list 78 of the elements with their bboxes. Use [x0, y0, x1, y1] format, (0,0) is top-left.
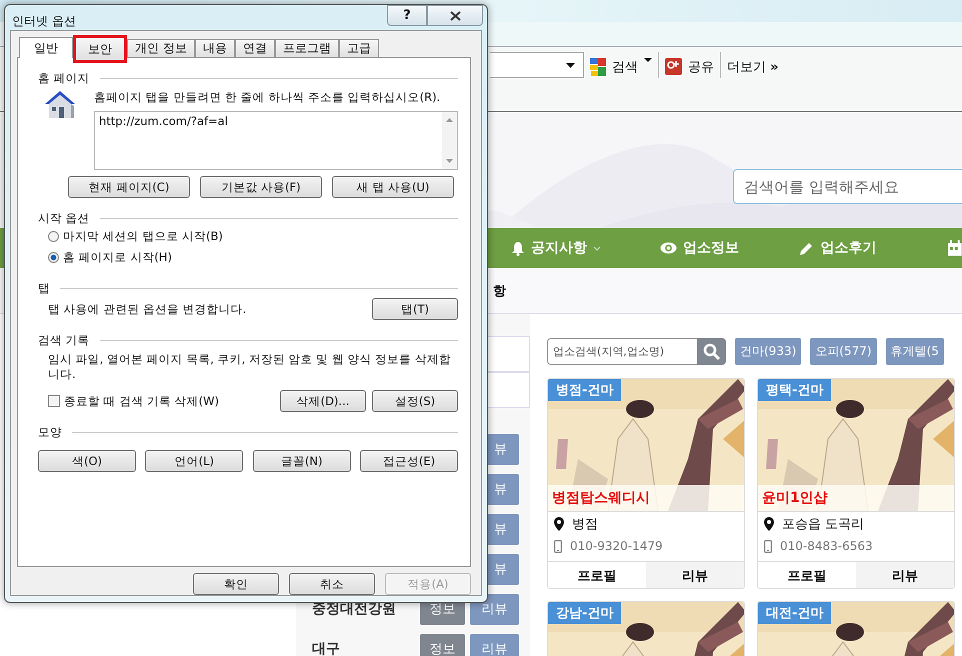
dialog-button[interactable]: 기본값 사용(F) — [200, 176, 322, 198]
category-badge: 병점-건마 — [548, 379, 622, 401]
address-dropdown[interactable] — [490, 52, 584, 78]
section-heading: 시작 옵션 — [38, 210, 90, 226]
tab[interactable]: 일반 — [19, 37, 73, 58]
shop-phone: 010-8483-6563 — [780, 539, 873, 553]
house-icon — [44, 90, 76, 120]
tab[interactable]: 연결 — [234, 39, 275, 57]
search-icon — [702, 342, 720, 360]
section-heading: 모양 — [38, 424, 62, 440]
shop-location: 포승읍 도곡리 — [782, 516, 864, 533]
chevron-icon — [593, 246, 601, 250]
dialog-button[interactable]: 탭(T) — [372, 298, 458, 320]
map-pin-icon — [764, 517, 774, 531]
category-badge: 강남-건마 — [548, 602, 622, 624]
description-text: 임시 파일, 열어본 페이지 목록, 쿠키, 저장된 암호 및 웹 양식 정보를 삭제합니다. — [47, 352, 452, 382]
dialog-button[interactable]: 설정(S) — [372, 390, 458, 412]
window-title: 인터넷 옵션 — [12, 13, 76, 30]
dialog-button[interactable]: 현재 페이지(C) — [68, 176, 190, 198]
review-button[interactable]: 리뷰 — [646, 562, 744, 588]
shop-name[interactable]: 윤미1인샵 — [758, 485, 954, 511]
section-heading: 검색 기록 — [38, 332, 90, 348]
shop-search-field[interactable]: 업소검색(지역,업소명) — [547, 338, 697, 365]
breadcrumb-text: 항 — [493, 282, 506, 300]
down-arrow-icon[interactable] — [446, 159, 453, 163]
section-heading: 홈 페이지 — [38, 70, 90, 86]
profile-button[interactable]: 프로필 — [758, 562, 856, 588]
dialog-button[interactable]: 언어(L) — [145, 450, 244, 472]
phone-icon — [554, 540, 562, 552]
close-button[interactable] — [427, 5, 483, 26]
dialog-button[interactable]: 삭제(D)... — [280, 390, 366, 412]
checkbox-option[interactable]: 종료할 때 검색 기록 삭제(W) — [48, 394, 219, 408]
search-button[interactable] — [697, 338, 726, 365]
tab[interactable]: 고급 — [338, 39, 379, 57]
dialog-button[interactable]: 글꼴(N) — [252, 450, 351, 472]
tab[interactable]: 보안 — [73, 35, 127, 63]
dialog-button[interactable]: 접근성(E) — [360, 450, 458, 472]
help-button[interactable]: ? — [387, 5, 427, 26]
pencil-icon — [799, 240, 814, 256]
review-button[interactable]: 리뷰 — [856, 562, 954, 588]
shop-location: 병점 — [572, 516, 598, 533]
profile-button[interactable]: 프로필 — [548, 562, 646, 588]
radio-option[interactable]: 홈 페이지로 시작(H) — [38, 247, 458, 268]
eye-icon — [660, 242, 678, 254]
shop-phone: 010-9320-1479 — [570, 539, 663, 553]
dialog-button[interactable]: 새 탭 사용(U) — [332, 176, 454, 198]
dialog-button[interactable]: 취소 — [289, 573, 375, 595]
instruction-text: 홈페이지 탭을 만들려면 한 줄에 하나씩 주소를 입력하십시오(R). — [94, 90, 442, 105]
bell-icon — [511, 240, 525, 256]
section-heading: 탭 — [38, 280, 50, 296]
description-text: 탭 사용에 관련된 옵션을 변경합니다. — [48, 302, 246, 316]
more-button[interactable]: 더보기 » — [727, 58, 779, 76]
close-icon — [450, 10, 460, 20]
category-badge: 대전-건마 — [758, 602, 832, 624]
search-field[interactable]: 검색어를 입력해주세요 — [733, 169, 962, 204]
region-name: 중정대전강원 — [312, 600, 396, 618]
radio-option[interactable]: 마지막 세션의 탭으로 시작(B) — [38, 226, 458, 247]
caret-icon — [566, 62, 575, 68]
category-badge: 평택-건마 — [758, 379, 832, 401]
caret-icon[interactable] — [644, 58, 652, 62]
dialog-button[interactable]: 확인 — [193, 573, 279, 595]
up-arrow-icon[interactable] — [446, 118, 453, 122]
home-page-field[interactable]: http://zum.com/?af=al — [94, 111, 458, 170]
tab[interactable]: 내용 — [194, 39, 235, 57]
scrollbar[interactable] — [442, 112, 457, 169]
calendar-icon[interactable] — [948, 240, 962, 256]
share-label[interactable]: 공유 — [688, 58, 714, 76]
share-icon[interactable] — [665, 58, 682, 75]
info-button[interactable]: 정보 — [420, 634, 465, 656]
tab[interactable]: 프로그램 — [274, 39, 339, 57]
region-name: 대구 — [312, 640, 340, 656]
tab[interactable]: 개인 정보 — [127, 39, 195, 57]
shop-name[interactable]: 병점탑스웨디시 — [548, 485, 744, 511]
dialog-button[interactable]: 색(O) — [38, 450, 136, 472]
map-pin-icon — [554, 517, 564, 531]
search-label[interactable]: 검색 — [612, 58, 638, 76]
search-provider-icon[interactable] — [590, 58, 606, 76]
phone-icon — [764, 540, 772, 552]
